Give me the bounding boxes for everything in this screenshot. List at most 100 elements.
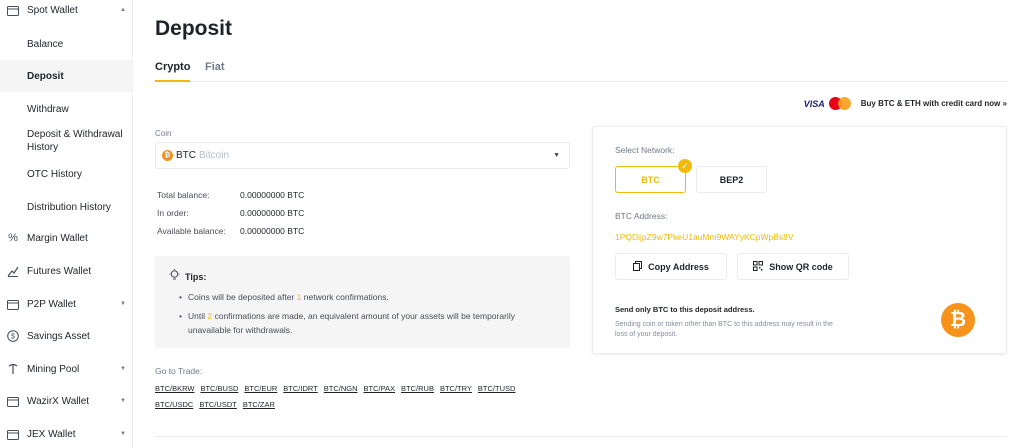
warning-text: Sending coin or token other than BTC to … <box>615 321 833 338</box>
sidebar-item-balance[interactable]: Balance <box>0 37 133 51</box>
sidebar-item-label: OTC History <box>27 168 82 180</box>
page-title: Deposit <box>155 17 233 40</box>
trade-pair-link[interactable]: BTC/BKRW <box>155 383 194 394</box>
sidebar-item-deposit-withdrawal-history[interactable]: Deposit & Withdrawal History <box>0 128 133 154</box>
trade-pairs: BTC/BKRW BTC/BUSD BTC/EUR BTC/IDRT BTC/N… <box>155 383 535 410</box>
sidebar-item-label: Deposit & Withdrawal History <box>27 129 123 153</box>
divider <box>155 436 1007 437</box>
coin-label: Coin <box>155 129 172 138</box>
tip-text: Until <box>188 311 208 321</box>
balance-label: Available balance: <box>157 226 226 236</box>
trade-pair-link[interactable]: BTC/USDC <box>155 399 193 410</box>
sidebar-item-spot-wallet[interactable]: Spot Wallet ▲ <box>0 3 133 17</box>
bitcoin-icon: ₿ <box>162 150 173 161</box>
trade-pair-link[interactable]: BTC/IDRT <box>283 383 317 394</box>
tips-header: Tips: <box>169 269 206 284</box>
main-content: Deposit Crypto Fiat VISA Buy BTC & ETH w… <box>155 0 1007 448</box>
balance-value: 0.00000000 BTC <box>240 208 305 218</box>
trade-pair-link[interactable]: BTC/NGN <box>324 383 358 394</box>
network-option-bep2[interactable]: BEP2 <box>696 166 767 193</box>
sidebar-item-label: Spot Wallet <box>27 4 78 16</box>
sidebar-item-futures-wallet[interactable]: Futures Wallet <box>0 264 133 278</box>
coin-select[interactable]: ₿ BTC Bitcoin ▼ <box>155 142 570 169</box>
wallet-icon <box>6 3 20 17</box>
percent-icon: % <box>8 232 18 244</box>
coin-name: Bitcoin <box>199 150 230 161</box>
sidebar-item-label: Deposit <box>27 70 64 82</box>
sidebar-item-p2p-wallet[interactable]: P2P Wallet ▼ <box>0 297 133 311</box>
trade-pair-link[interactable]: BTC/ZAR <box>243 399 275 410</box>
lightbulb-icon <box>169 269 180 284</box>
wallet-icon <box>6 427 20 441</box>
chevron-down-icon: ▼ <box>120 431 126 437</box>
svg-text:$: $ <box>11 334 15 341</box>
sidebar-item-mining-pool[interactable]: Mining Pool ▼ <box>0 362 133 376</box>
sidebar-item-label: WazirX Wallet <box>27 395 90 407</box>
bitcoin-logo-icon: ₿ <box>941 303 975 337</box>
trade-pair-link[interactable]: BTC/TUSD <box>478 383 516 394</box>
tips-title: Tips: <box>185 271 207 282</box>
balance-label: Total balance: <box>157 190 210 200</box>
mining-icon <box>6 362 20 376</box>
sidebar-item-label: JEX Wallet <box>27 428 76 440</box>
sidebar-item-jex-wallet[interactable]: JEX Wallet ▼ <box>0 427 133 441</box>
trade-pair-link[interactable]: BTC/USDT <box>199 399 237 410</box>
chevron-up-icon: ▲ <box>120 7 126 13</box>
chevron-down-icon: ▼ <box>120 366 126 372</box>
trade-pair-link[interactable]: BTC/EUR <box>244 383 277 394</box>
sidebar-item-otc-history[interactable]: OTC History <box>0 167 133 181</box>
sidebar-item-withdraw[interactable]: Withdraw <box>0 102 133 116</box>
show-qr-code-button[interactable]: Show QR code <box>737 253 849 280</box>
tab-fiat[interactable]: Fiat <box>205 61 225 73</box>
tip-item: Coins will be deposited after 1 network … <box>179 290 528 304</box>
sidebar-item-label: Futures Wallet <box>27 265 92 277</box>
checkmark-icon: ✓ <box>678 159 692 173</box>
sidebar-item-savings-asset[interactable]: $ Savings Asset <box>0 329 133 343</box>
tab-crypto[interactable]: Crypto <box>155 61 191 82</box>
sidebar-item-deposit[interactable]: Deposit <box>0 60 133 92</box>
sidebar-item-margin-wallet[interactable]: % Margin Wallet <box>0 231 133 245</box>
sidebar-item-label: Distribution History <box>27 201 111 213</box>
credit-card-promo-link[interactable]: VISA Buy BTC & ETH with credit card now … <box>804 97 1007 110</box>
network-option-btc[interactable]: BTC ✓ <box>615 159 692 193</box>
wallet-icon <box>6 394 20 408</box>
coin-symbol: BTC <box>176 150 196 161</box>
balance-value: 0.00000000 BTC <box>240 226 305 236</box>
tip-text: network confirmations. <box>301 292 389 302</box>
copy-icon <box>633 260 643 273</box>
tab-bar: Crypto Fiat <box>155 61 1007 82</box>
sidebar: Spot Wallet ▲ Balance Deposit Withdraw D… <box>0 0 133 448</box>
go-to-trade-label: Go to Trade: <box>155 366 203 376</box>
sidebar-item-label: Mining Pool <box>27 363 80 375</box>
visa-logo: VISA <box>803 98 825 109</box>
sidebar-item-wazirx-wallet[interactable]: WazirX Wallet ▼ <box>0 394 133 408</box>
chevron-down-icon: ▼ <box>120 301 126 307</box>
sidebar-item-label: Balance <box>27 38 64 50</box>
copy-address-button[interactable]: Copy Address <box>615 253 727 280</box>
trade-pair-link[interactable]: BTC/RUB <box>401 383 434 394</box>
balance-label: In order: <box>157 208 189 218</box>
warning-title: Send only BTC to this deposit address. <box>615 305 755 314</box>
network-option-label: BTC <box>641 174 660 185</box>
futures-icon <box>6 264 20 278</box>
deposit-address: 1PQDijpZ9w7PkeU1auMm9WAYyKCpWpBs8V <box>615 232 794 242</box>
network-option-label: BEP2 <box>719 174 744 185</box>
deposit-address-panel: Select Network: BTC ✓ BEP2 BTC Address: … <box>592 126 1007 354</box>
promo-text: Buy BTC & ETH with credit card now » <box>860 99 1007 108</box>
sidebar-item-label: Savings Asset <box>27 330 90 342</box>
trade-pair-link[interactable]: BTC/TRY <box>440 383 472 394</box>
sidebar-item-distribution-history[interactable]: Distribution History <box>0 200 133 214</box>
address-label: BTC Address: <box>615 211 668 221</box>
tips-box: Tips: Coins will be deposited after 1 ne… <box>155 256 570 348</box>
chevron-down-icon: ▼ <box>120 398 126 404</box>
show-qr-code-label: Show QR code <box>769 261 833 272</box>
network-label: Select Network: <box>615 145 675 155</box>
balance-value: 0.00000000 BTC <box>240 190 305 200</box>
sidebar-item-label: P2P Wallet <box>27 298 76 310</box>
dollar-icon: $ <box>6 329 20 343</box>
tip-text: Coins will be deposited after <box>188 292 297 302</box>
trade-pair-link[interactable]: BTC/PAX <box>364 383 396 394</box>
wallet-icon <box>6 297 20 311</box>
trade-pair-link[interactable]: BTC/BUSD <box>200 383 238 394</box>
tip-text: confirmations are made, an equivalent am… <box>188 311 515 335</box>
